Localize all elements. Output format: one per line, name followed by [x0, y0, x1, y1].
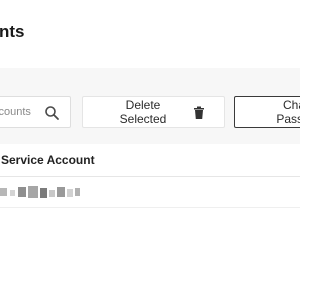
page-title: nts — [0, 22, 25, 41]
change-label-line-2: Passw — [276, 112, 300, 126]
change-password-button[interactable]: Cha Passw — [234, 96, 300, 128]
delete-selected-button[interactable]: Delete Selected — [82, 96, 225, 128]
page-header: nts — [0, 0, 300, 69]
toolbar: Delete Selected Cha Passw — [0, 68, 300, 144]
trash-icon — [194, 106, 204, 119]
table-header: Service Account — [0, 144, 300, 177]
service-accounts-page: nts Delete Selected Cha Passw — [0, 0, 300, 300]
search-input[interactable] — [0, 97, 45, 127]
column-header-service-account[interactable]: Service Account — [1, 153, 95, 167]
delete-selected-label: Delete Selected — [111, 98, 175, 126]
search-box[interactable] — [0, 96, 71, 128]
table-row[interactable] — [0, 177, 300, 208]
change-label-line-1: Cha — [282, 98, 300, 112]
search-icon[interactable] — [44, 105, 60, 121]
change-password-label: Cha Passw — [261, 98, 300, 126]
delete-label-line-2: Selected — [119, 112, 167, 126]
redacted-service-account-cell[interactable] — [0, 184, 90, 200]
delete-label-line-1: Delete — [125, 98, 161, 112]
